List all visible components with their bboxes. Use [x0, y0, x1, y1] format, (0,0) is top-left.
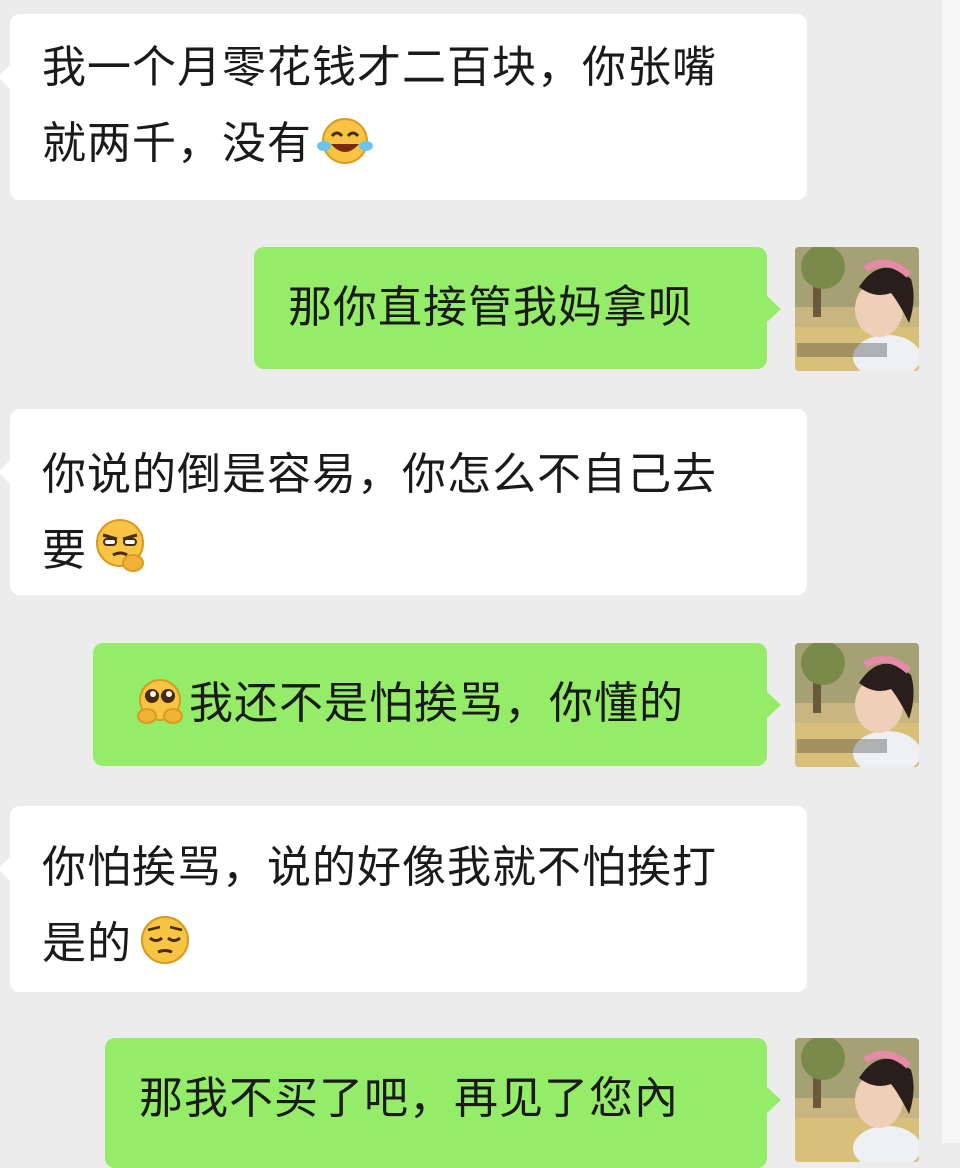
- outgoing-message[interactable]: 那你直接管我妈拿呗: [254, 247, 781, 369]
- message-line: 你怕挨骂，说的好像我就不怕挨打: [42, 842, 717, 893]
- outgoing-message[interactable]: 我还不是怕挨骂，你懂的: [93, 643, 781, 766]
- pensive-emoji-icon: [136, 914, 194, 990]
- girl-profile-avatar[interactable]: [795, 247, 919, 371]
- message-text: 我还不是怕挨骂，你懂的: [189, 678, 684, 729]
- message-line: 就两千，没有: [42, 118, 312, 169]
- incoming-message[interactable]: 你怕挨骂，说的好像我就不怕挨打 是的: [0, 806, 807, 992]
- pleading-hands-emoji-icon: [133, 674, 187, 750]
- incoming-message[interactable]: 我一个月零花钱才二百块，你张嘴 就两千，没有: [0, 14, 807, 200]
- girl-profile-avatar[interactable]: [795, 1038, 919, 1162]
- outgoing-message[interactable]: 那我不买了吧，再见了您內: [105, 1038, 781, 1168]
- message-line-with-emoji: 要: [42, 513, 779, 597]
- message-text: 那你直接管我妈拿呗: [288, 282, 693, 333]
- message-line: 你说的倒是容易，你怎么不自己去: [42, 449, 717, 500]
- girl-profile-avatar[interactable]: [795, 643, 919, 767]
- laughing-tears-emoji-icon: [316, 114, 374, 190]
- message-line-with-emoji: 是的: [42, 906, 779, 990]
- smirk-thinking-emoji-icon: [91, 517, 149, 597]
- message-text: 那我不买了吧，再见了您內: [139, 1073, 679, 1124]
- message-line-with-emoji: 就两千，没有: [42, 106, 779, 190]
- message-line: 我一个月零花钱才二百块，你张嘴: [42, 42, 717, 93]
- message-line: 要: [42, 525, 87, 576]
- message-line: 是的: [42, 918, 132, 969]
- scroll-edge: [942, 0, 960, 1143]
- incoming-message[interactable]: 你说的倒是容易，你怎么不自己去 要: [0, 409, 807, 597]
